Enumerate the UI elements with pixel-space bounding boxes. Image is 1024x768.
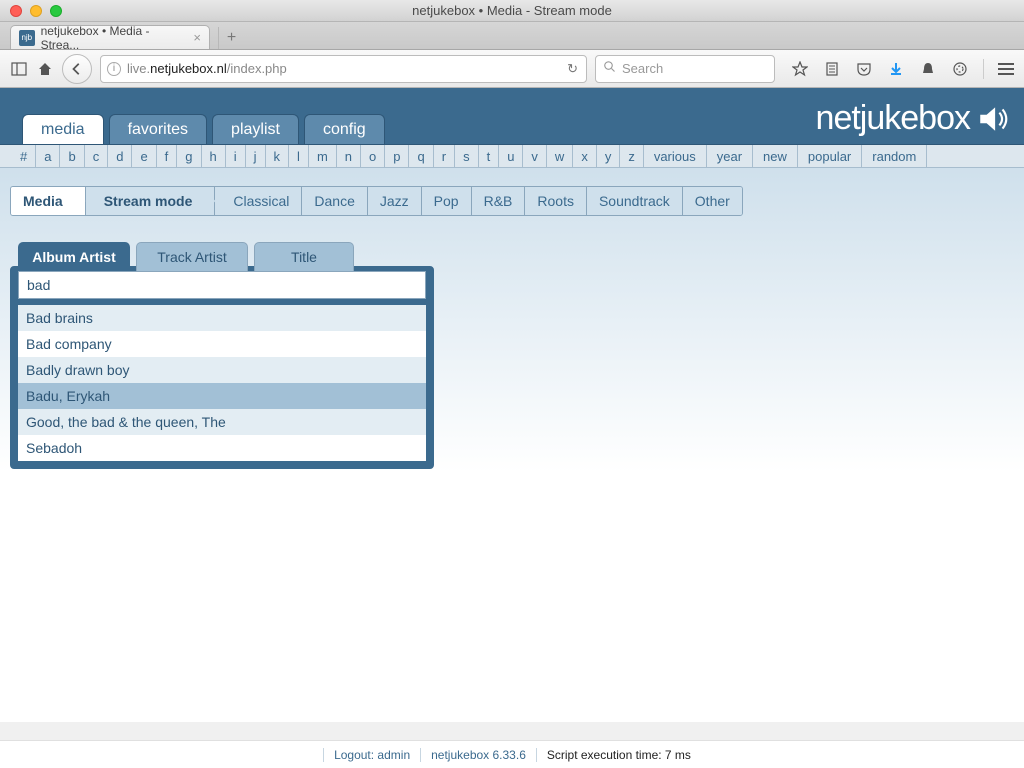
crumb-category[interactable]: Classical	[215, 187, 302, 215]
crumb-category[interactable]: Roots	[525, 187, 587, 215]
alpha-link-t[interactable]: t	[479, 145, 500, 167]
alpha-link-u[interactable]: u	[499, 145, 523, 167]
crumb-category[interactable]: Other	[683, 187, 742, 215]
result-row[interactable]: Bad company	[18, 331, 426, 357]
alpha-link-m[interactable]: m	[309, 145, 337, 167]
footer-logout[interactable]: Logout: admin	[323, 748, 420, 762]
footer-version[interactable]: netjukebox 6.33.6	[420, 748, 536, 762]
panel-tab-title[interactable]: Title	[254, 242, 354, 271]
back-button[interactable]	[62, 54, 92, 84]
alpha-link-q[interactable]: q	[409, 145, 433, 167]
alpha-link-b[interactable]: b	[60, 145, 84, 167]
tab-config[interactable]: config	[304, 114, 385, 144]
browser-tabstrip: njb netjukebox • Media - Strea... × +	[0, 22, 1024, 50]
alpha-link-year[interactable]: year	[707, 145, 753, 167]
alpha-link-i[interactable]: i	[226, 145, 246, 167]
app-header: media favorites playlist config netjukeb…	[0, 88, 1024, 144]
alpha-link-#[interactable]: #	[12, 145, 36, 167]
browser-tab[interactable]: njb netjukebox • Media - Strea... ×	[10, 25, 210, 49]
alpha-link-s[interactable]: s	[455, 145, 479, 167]
result-row[interactable]: Sebadoh	[18, 435, 426, 461]
alpha-link-x[interactable]: x	[573, 145, 597, 167]
sync-icon[interactable]	[951, 60, 969, 78]
tab-media[interactable]: media	[22, 114, 104, 144]
tab-playlist[interactable]: playlist	[212, 114, 299, 144]
result-row[interactable]: Badly drawn boy	[18, 357, 426, 383]
alpha-link-p[interactable]: p	[385, 145, 409, 167]
crumb-category[interactable]: Dance	[302, 187, 367, 215]
reload-icon[interactable]: ↻	[567, 61, 578, 77]
new-tab-button[interactable]: +	[218, 27, 244, 49]
window-zoom-button[interactable]	[50, 5, 62, 17]
alpha-link-w[interactable]: w	[547, 145, 573, 167]
tab-close-button[interactable]: ×	[193, 30, 201, 45]
window-title: netjukebox • Media - Stream mode	[0, 3, 1024, 18]
footer: Logout: admin netjukebox 6.33.6 Script e…	[0, 740, 1024, 768]
alpha-link-h[interactable]: h	[202, 145, 226, 167]
info-icon: i	[107, 62, 121, 76]
search-input[interactable]	[18, 271, 426, 299]
result-row[interactable]: Good, the bad & the queen, The	[18, 409, 426, 435]
alpha-link-random[interactable]: random	[862, 145, 927, 167]
alpha-link-j[interactable]: j	[246, 145, 266, 167]
clipboard-icon[interactable]	[823, 60, 841, 78]
window-minimize-button[interactable]	[30, 5, 42, 17]
speaker-icon	[976, 102, 1010, 136]
alpha-link-l[interactable]: l	[289, 145, 309, 167]
panel-tab-album-artist[interactable]: Album Artist	[18, 242, 130, 271]
window-close-button[interactable]	[10, 5, 22, 17]
alpha-link-d[interactable]: d	[108, 145, 132, 167]
url-bar[interactable]: i live.netjukebox.nl/index.php ↻	[100, 55, 587, 83]
alpha-link-popular[interactable]: popular	[798, 145, 862, 167]
crumb-category[interactable]: Jazz	[368, 187, 422, 215]
bell-icon[interactable]	[919, 60, 937, 78]
pocket-icon[interactable]	[855, 60, 873, 78]
alpha-link-y[interactable]: y	[597, 145, 621, 167]
url-text: live.netjukebox.nl/index.php	[127, 61, 580, 76]
menu-icon[interactable]	[998, 63, 1014, 75]
panel-tab-track-artist[interactable]: Track Artist	[136, 242, 248, 271]
alpha-link-various[interactable]: various	[644, 145, 707, 167]
result-row[interactable]: Badu, Erykah	[18, 383, 426, 409]
crumb-media[interactable]: Media	[11, 187, 86, 215]
sidebar-toggle-icon[interactable]	[10, 60, 28, 78]
alphabet-bar: #abcdefghijklmnopqrstuvwxyzvariousyearne…	[0, 144, 1024, 168]
alpha-link-a[interactable]: a	[36, 145, 60, 167]
breadcrumb: Media Stream mode ClassicalDanceJazzPopR…	[10, 186, 743, 216]
favicon-icon: njb	[19, 30, 35, 46]
alpha-link-k[interactable]: k	[266, 145, 290, 167]
alpha-link-e[interactable]: e	[132, 145, 156, 167]
alpha-link-r[interactable]: r	[434, 145, 455, 167]
crumb-stream-mode[interactable]: Stream mode	[86, 187, 216, 215]
bookmark-star-icon[interactable]	[791, 60, 809, 78]
search-placeholder: Search	[622, 61, 663, 76]
search-results: Bad brainsBad companyBadly drawn boyBadu…	[18, 305, 426, 461]
window-titlebar: netjukebox • Media - Stream mode	[0, 0, 1024, 22]
alpha-link-c[interactable]: c	[85, 145, 109, 167]
alpha-link-g[interactable]: g	[177, 145, 201, 167]
alpha-link-o[interactable]: o	[361, 145, 385, 167]
crumb-category[interactable]: R&B	[472, 187, 526, 215]
alpha-link-new[interactable]: new	[753, 145, 798, 167]
alpha-link-z[interactable]: z	[620, 145, 644, 167]
tab-title: netjukebox • Media - Strea...	[41, 24, 188, 52]
download-icon[interactable]	[887, 60, 905, 78]
alpha-link-v[interactable]: v	[523, 145, 547, 167]
content-area: Media Stream mode ClassicalDanceJazzPopR…	[0, 168, 1024, 722]
alpha-link-f[interactable]: f	[157, 145, 178, 167]
crumb-category[interactable]: Pop	[422, 187, 472, 215]
search-panel: Album Artist Track Artist Title Bad brai…	[10, 266, 434, 469]
browser-toolbar: i live.netjukebox.nl/index.php ↻ Search	[0, 50, 1024, 88]
alpha-link-n[interactable]: n	[337, 145, 361, 167]
crumb-category[interactable]: Soundtrack	[587, 187, 683, 215]
app-logo: netjukebox	[816, 99, 1024, 144]
tab-favorites[interactable]: favorites	[109, 114, 207, 144]
footer-exec-time: Script execution time: 7 ms	[536, 748, 701, 762]
search-icon	[604, 61, 616, 76]
result-row[interactable]: Bad brains	[18, 305, 426, 331]
home-icon[interactable]	[36, 60, 54, 78]
browser-search[interactable]: Search	[595, 55, 775, 83]
